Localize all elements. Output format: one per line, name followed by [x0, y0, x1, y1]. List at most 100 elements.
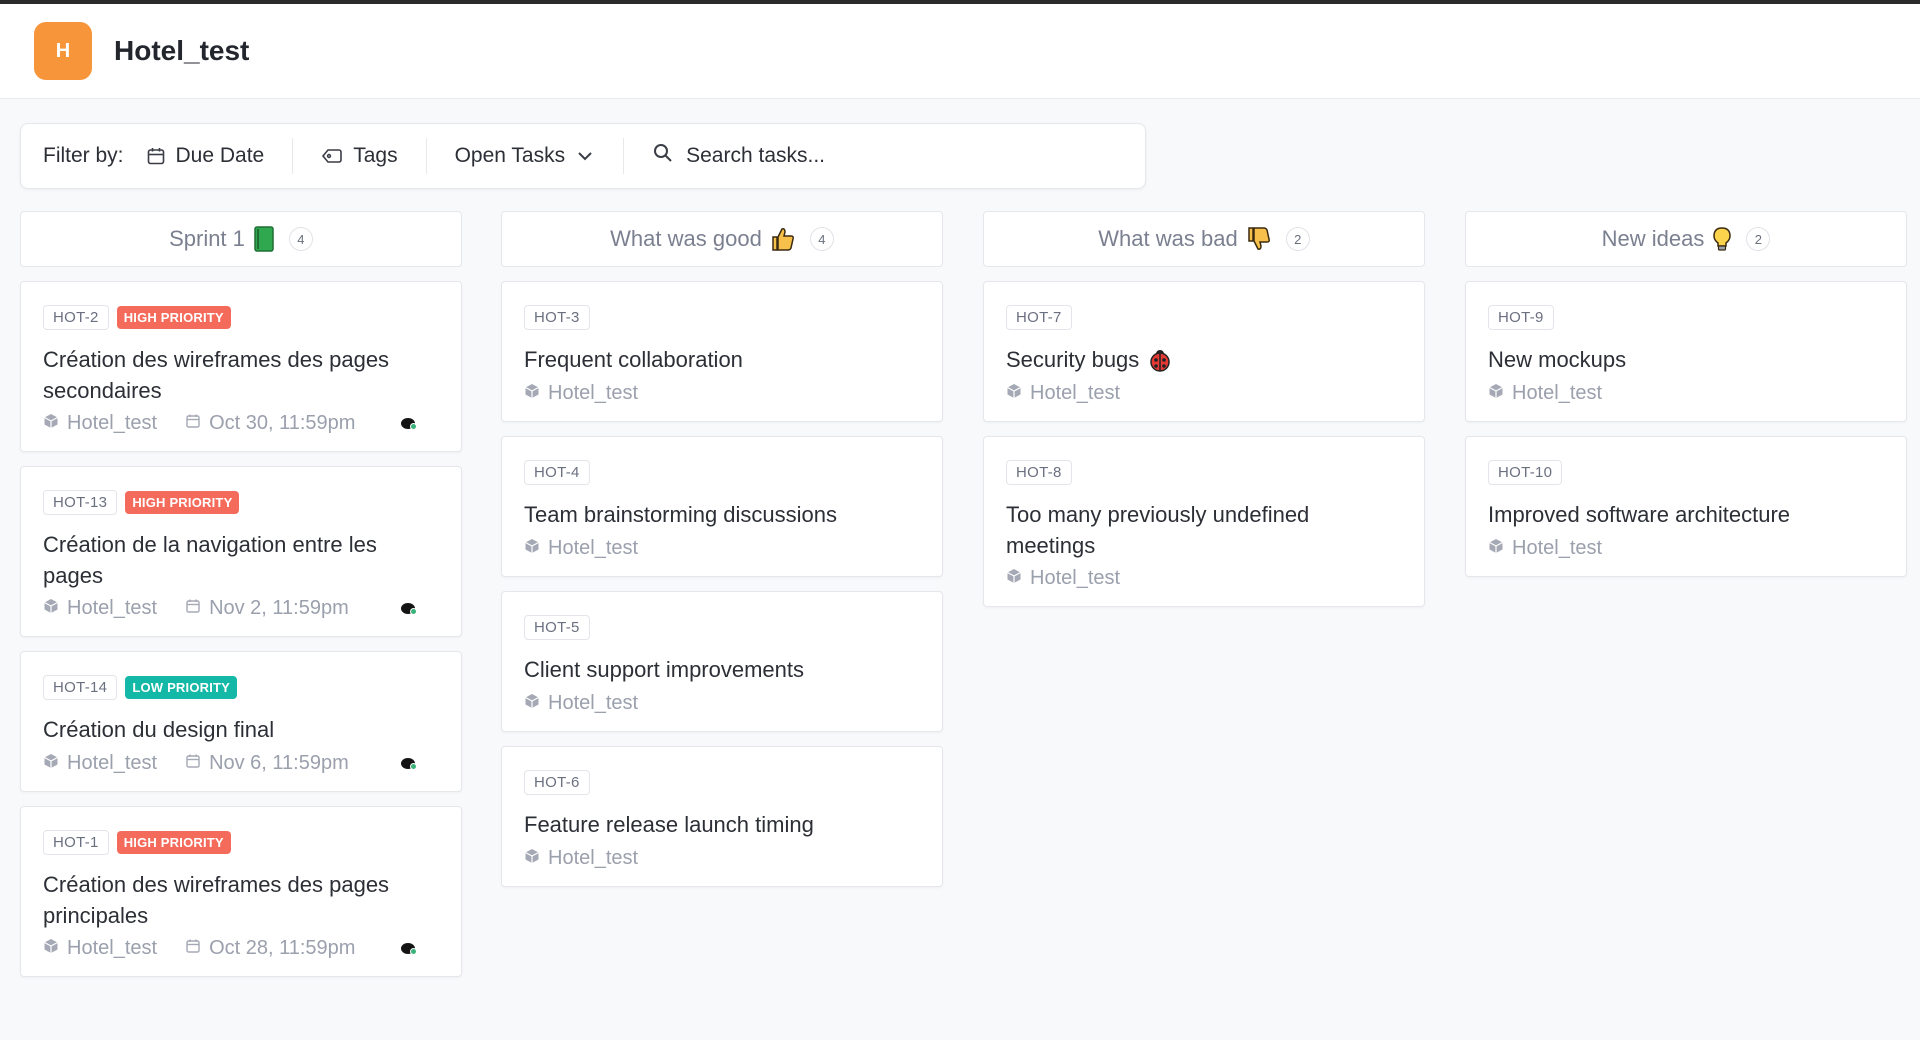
- column-title: What was good: [610, 226, 762, 251]
- card-header: HOT-2 HIGH PRIORITY: [43, 304, 439, 330]
- task-title: Improved software architecture: [1488, 502, 1791, 527]
- task-card[interactable]: HOT-4 Team brainstorming discussions Hotel…: [501, 436, 943, 577]
- card-project: Hotel_test: [1030, 567, 1121, 589]
- task-title: Création du design final: [43, 717, 275, 742]
- task-card[interactable]: HOT-9 New mockups Hotel_test: [1465, 281, 1907, 422]
- card-meta: Hotel_test: [524, 382, 920, 405]
- project-cube-icon: [524, 692, 540, 715]
- task-title: Création des wireframes des pages princi…: [43, 872, 390, 928]
- task-id-badge: HOT-10: [1488, 459, 1563, 485]
- card-header: HOT-14 LOW PRIORITY: [43, 674, 439, 700]
- project-cube-icon: [43, 597, 59, 620]
- card-header: HOT-9: [1488, 304, 1884, 330]
- card-header: HOT-1 HIGH PRIORITY: [43, 829, 439, 855]
- project-logo[interactable]: H: [34, 22, 92, 80]
- open-tasks-label: Open Tasks: [454, 144, 566, 167]
- task-card[interactable]: HOT-6 Feature release launch timing Hotel_…: [501, 746, 943, 887]
- task-card[interactable]: HOT-7 Security bugs Hotel_test: [983, 281, 1425, 422]
- card-meta: Hotel_test Oct 30, 11:59pm: [43, 412, 439, 435]
- card-project: Hotel_test: [1512, 537, 1603, 559]
- card-meta: Hotel_test: [1488, 537, 1884, 560]
- card-meta: Hotel_test: [1006, 382, 1402, 405]
- task-id-badge: HOT-8: [1006, 459, 1072, 485]
- card-project: Hotel_test: [1512, 382, 1603, 404]
- card-header: HOT-10: [1488, 459, 1884, 485]
- tags-filter-button[interactable]: Tags: [293, 136, 425, 176]
- board-column: What was bad 2 HOT-7 Security bugs Hotel_tes…: [983, 211, 1425, 621]
- card-due-date[interactable]: Oct 30, 11:59pm: [209, 412, 355, 435]
- card-project: Hotel_test: [67, 937, 158, 959]
- project-cube-icon: [524, 382, 540, 405]
- priority-badge: HIGH PRIORITY: [116, 305, 231, 329]
- board-column: New ideas 2 HOT-9 New mockups Hotel_test HOT-…: [1465, 211, 1907, 591]
- task-title: Feature release launch timing: [524, 812, 814, 837]
- task-card[interactable]: HOT-1 HIGH PRIORITY Création des wireframe…: [20, 806, 462, 977]
- card-project: Hotel_test: [67, 412, 158, 434]
- task-title: New mockups: [1488, 347, 1627, 372]
- task-title-row: Too many previously undefined meetings: [1006, 499, 1402, 561]
- card-meta: Hotel_test Nov 2, 11:59pm: [43, 597, 439, 620]
- task-title-row: Création de la navigation entre les page…: [43, 529, 439, 591]
- priority-badge: LOW PRIORITY: [125, 675, 238, 699]
- project-header: H Hotel_test: [0, 4, 1920, 99]
- chevron-down-icon: [575, 146, 595, 166]
- task-title-row: Team brainstorming discussions: [524, 499, 920, 530]
- calendar-icon: [185, 752, 201, 775]
- assignee-avatar[interactable]: [401, 418, 417, 430]
- card-meta: Hotel_test Nov 6, 11:59pm: [43, 752, 439, 775]
- search-input[interactable]: [686, 144, 1107, 168]
- task-card[interactable]: HOT-2 HIGH PRIORITY Création des wireframe…: [20, 281, 462, 452]
- task-title: Too many previously undefined meetings: [1006, 502, 1310, 558]
- card-meta: Hotel_test Oct 28, 11:59pm: [43, 937, 439, 960]
- task-card[interactable]: HOT-13 HIGH PRIORITY Création de la naviga…: [20, 466, 462, 637]
- task-card[interactable]: HOT-5 Client support improvements Hotel_te…: [501, 591, 943, 732]
- card-due-date[interactable]: Nov 6, 11:59pm: [209, 752, 349, 775]
- filter-label: Filter by:: [43, 144, 124, 167]
- search-icon: [652, 142, 674, 170]
- project-cube-icon: [1006, 567, 1022, 590]
- task-id-badge: HOT-14: [43, 674, 118, 700]
- calendar-icon: [185, 412, 201, 435]
- task-title-row: Improved software architecture: [1488, 499, 1884, 530]
- column-header[interactable]: What was good 4: [501, 211, 943, 267]
- assignee-avatar[interactable]: [401, 603, 417, 615]
- task-title-row: Création des wireframes des pages princi…: [43, 869, 439, 931]
- project-cube-icon: [1488, 382, 1504, 405]
- task-title: Team brainstorming discussions: [524, 502, 838, 527]
- search-box: [624, 142, 1145, 170]
- task-id-badge: HOT-1: [43, 829, 109, 855]
- task-title-row: Création du design final: [43, 714, 439, 745]
- open-tasks-dropdown[interactable]: Open Tasks: [427, 136, 624, 176]
- task-card[interactable]: HOT-10 Improved software architecture Hote…: [1465, 436, 1907, 577]
- task-id-badge: HOT-2: [43, 304, 109, 330]
- card-project: Hotel_test: [548, 847, 639, 869]
- card-due-date[interactable]: Nov 2, 11:59pm: [209, 597, 349, 620]
- task-id-badge: HOT-3: [524, 304, 590, 330]
- card-meta: Hotel_test: [524, 847, 920, 870]
- column-title: Sprint 1: [169, 226, 245, 251]
- card-header: HOT-4: [524, 459, 920, 485]
- task-title-row: Feature release launch timing: [524, 809, 920, 840]
- card-due-date[interactable]: Oct 28, 11:59pm: [209, 937, 355, 960]
- tags-filter-label: Tags: [353, 144, 398, 167]
- column-header[interactable]: What was bad 2: [983, 211, 1425, 267]
- priority-badge: HIGH PRIORITY: [125, 490, 240, 514]
- card-project: Hotel_test: [548, 537, 639, 559]
- card-header: HOT-7: [1006, 304, 1402, 330]
- filter-bar: Filter by: Due Date Tags Open Tasks: [20, 123, 1146, 189]
- task-title: Client support improvements: [524, 657, 805, 682]
- assignee-avatar[interactable]: [401, 943, 417, 955]
- project-cube-icon: [1006, 382, 1022, 405]
- project-cube-icon: [43, 412, 59, 435]
- column-count-badge: 2: [1746, 227, 1771, 251]
- column-header[interactable]: New ideas 2: [1465, 211, 1907, 267]
- assignee-avatar[interactable]: [401, 758, 417, 770]
- priority-badge: HIGH PRIORITY: [116, 830, 231, 854]
- column-header[interactable]: Sprint 1 4: [20, 211, 462, 267]
- card-meta: Hotel_test: [1488, 382, 1884, 405]
- due-date-filter-button[interactable]: Due Date: [146, 136, 293, 176]
- task-card[interactable]: HOT-8 Too many previously undefined meeti…: [983, 436, 1425, 607]
- task-card[interactable]: HOT-3 Frequent collaboration Hotel_test: [501, 281, 943, 422]
- card-list: HOT-7 Security bugs Hotel_test HOT-8 Too man…: [983, 281, 1425, 607]
- task-card[interactable]: HOT-14 LOW PRIORITY Création du design fin…: [20, 651, 462, 792]
